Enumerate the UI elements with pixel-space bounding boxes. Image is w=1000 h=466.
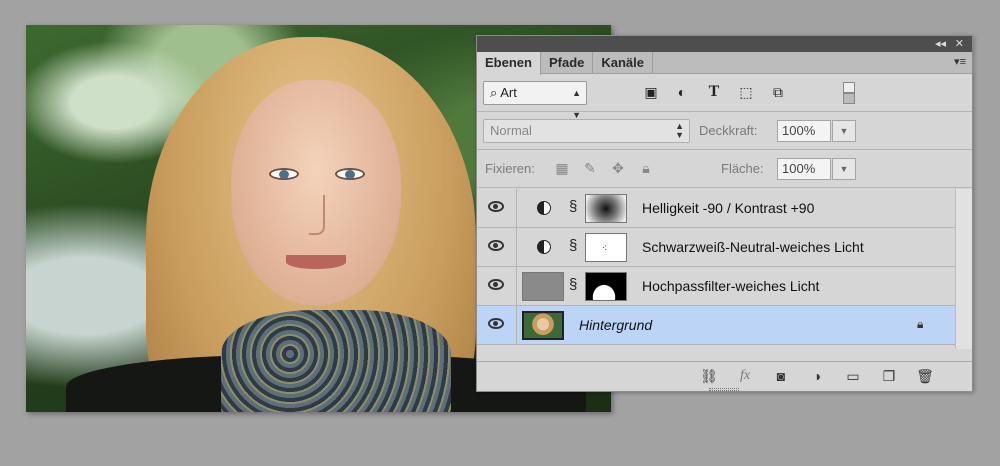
visibility-toggle[interactable] (477, 306, 517, 345)
layer-name[interactable]: Schwarzweiß-Neutral-weiches Licht (642, 239, 864, 255)
layer-mask-thumbnail[interactable]: ·: (585, 233, 627, 262)
black-white-icon (537, 240, 551, 254)
lock-brush-icon[interactable]: ✎ (581, 160, 599, 176)
tab-ebenen[interactable]: Ebenen (477, 52, 541, 75)
layer-mask-thumbnail[interactable] (585, 194, 627, 223)
fill-dropdown-icon[interactable]: ▼ (832, 158, 856, 180)
resize-grip[interactable] (709, 388, 739, 391)
layer-name[interactable]: Hintergrund (579, 317, 652, 333)
filter-smartobject-icon[interactable]: ⧉ (769, 84, 787, 100)
lock-row: Fixieren: ▦ ✎ ✥ 🔒︎ Fläche: 100% ▼ (477, 150, 972, 188)
layer-name[interactable]: Hochpassfilter-weiches Licht (642, 278, 819, 294)
lock-transparency-icon[interactable]: ▦ (553, 160, 571, 176)
filter-toggle-switch[interactable] (843, 82, 855, 104)
layers-scrollbar[interactable] (955, 189, 972, 349)
eye-icon (488, 279, 504, 290)
close-icon[interactable]: ✕ (955, 37, 964, 51)
brightness-contrast-icon (537, 201, 551, 215)
panel-tabs: Ebenen Pfade Kanäle ▾≡ (477, 52, 972, 75)
link-icon: § (569, 237, 578, 254)
add-mask-icon[interactable]: ◙ (771, 368, 791, 384)
layer-row[interactable]: § Hochpassfilter-weiches Licht (477, 267, 955, 306)
link-icon: § (569, 198, 578, 215)
collapse-icon[interactable]: ◂◂ (935, 37, 946, 51)
panel-titlebar: ◂◂ ✕ (477, 36, 972, 52)
layer-row[interactable]: § Helligkeit -90 / Kontrast +90 (477, 189, 955, 228)
lock-all-icon[interactable]: 🔒︎ (637, 160, 655, 176)
visibility-toggle[interactable] (477, 267, 517, 306)
new-group-icon[interactable]: ▭ (843, 368, 863, 385)
photo-nose (309, 195, 325, 235)
new-layer-icon[interactable]: ❐ (879, 368, 899, 385)
layers-panel: ◂◂ ✕ Ebenen Pfade Kanäle ▾≡ ⌕ Art ▲ ▼ ▣ ◐… (476, 35, 973, 392)
layer-name[interactable]: Helligkeit -90 / Kontrast +90 (642, 200, 814, 216)
panel-footer: ⛓ fx ◙ ◑ ▭ ❐ 🗑︎ (477, 361, 972, 391)
opacity-label: Deckkraft: (699, 123, 758, 138)
trash-icon[interactable]: 🗑︎ (915, 368, 935, 385)
photo-mouth (286, 255, 346, 269)
filter-pixel-icon[interactable]: ▣ (642, 84, 660, 100)
opacity-input[interactable]: 100% (777, 120, 831, 142)
layer-thumbnail[interactable] (522, 311, 564, 340)
blend-row: Normal ▲ ▼ Deckkraft: 100% ▼ (477, 112, 972, 150)
search-icon: ⌕ (490, 85, 501, 100)
opacity-dropdown-icon[interactable]: ▼ (832, 120, 856, 142)
layer-mask-thumbnail[interactable] (585, 272, 627, 301)
filter-shape-icon[interactable]: ⬚ (737, 84, 755, 100)
tab-pfade[interactable]: Pfade (541, 52, 594, 74)
lock-move-icon[interactable]: ✥ (609, 160, 627, 176)
filter-kind-value: Art (500, 85, 517, 100)
visibility-toggle[interactable] (477, 228, 517, 267)
link-icon: § (569, 276, 578, 293)
mask-dots-icon: ·: (602, 243, 607, 252)
new-adjustment-icon[interactable]: ◑ (807, 368, 827, 384)
filter-kind-select[interactable]: ⌕ Art ▲ ▼ (483, 81, 587, 120)
tab-kanaele[interactable]: Kanäle (593, 52, 654, 74)
photo-eye-right (335, 168, 365, 180)
eye-icon (488, 201, 504, 212)
lock-label: Fixieren: (485, 161, 535, 176)
filter-adjustment-icon[interactable]: ◐ (673, 84, 691, 100)
eye-icon (488, 318, 504, 329)
filter-type-icon[interactable]: T (705, 84, 723, 100)
photo-scarf (221, 310, 451, 412)
link-layers-icon[interactable]: ⛓ (699, 368, 719, 385)
fill-input[interactable]: 100% (777, 158, 831, 180)
filter-row: ⌕ Art ▲ ▼ ▣ ◐ T ⬚ ⧉ (477, 74, 972, 120)
blend-stepper-icon: ▲ ▼ (675, 121, 684, 140)
eye-icon (488, 240, 504, 251)
photo-eye-left (269, 168, 299, 180)
blend-mode-select[interactable]: Normal ▲ ▼ (483, 119, 690, 143)
layer-row-selected[interactable]: Hintergrund 🔒︎ (477, 306, 955, 345)
panel-menu-icon[interactable]: ▾≡ (954, 55, 966, 68)
layers-list: § Helligkeit -90 / Kontrast +90 § ·: Sch… (477, 189, 955, 349)
layer-row[interactable]: § ·: Schwarzweiß-Neutral-weiches Licht (477, 228, 955, 267)
photo-face (231, 80, 401, 305)
blend-mode-value: Normal (490, 123, 532, 138)
fill-label: Fläche: (721, 161, 764, 176)
lock-icon: 🔒︎ (917, 317, 924, 331)
visibility-toggle[interactable] (477, 189, 517, 228)
fx-icon[interactable]: fx (735, 368, 755, 384)
layer-thumbnail[interactable] (522, 272, 564, 301)
